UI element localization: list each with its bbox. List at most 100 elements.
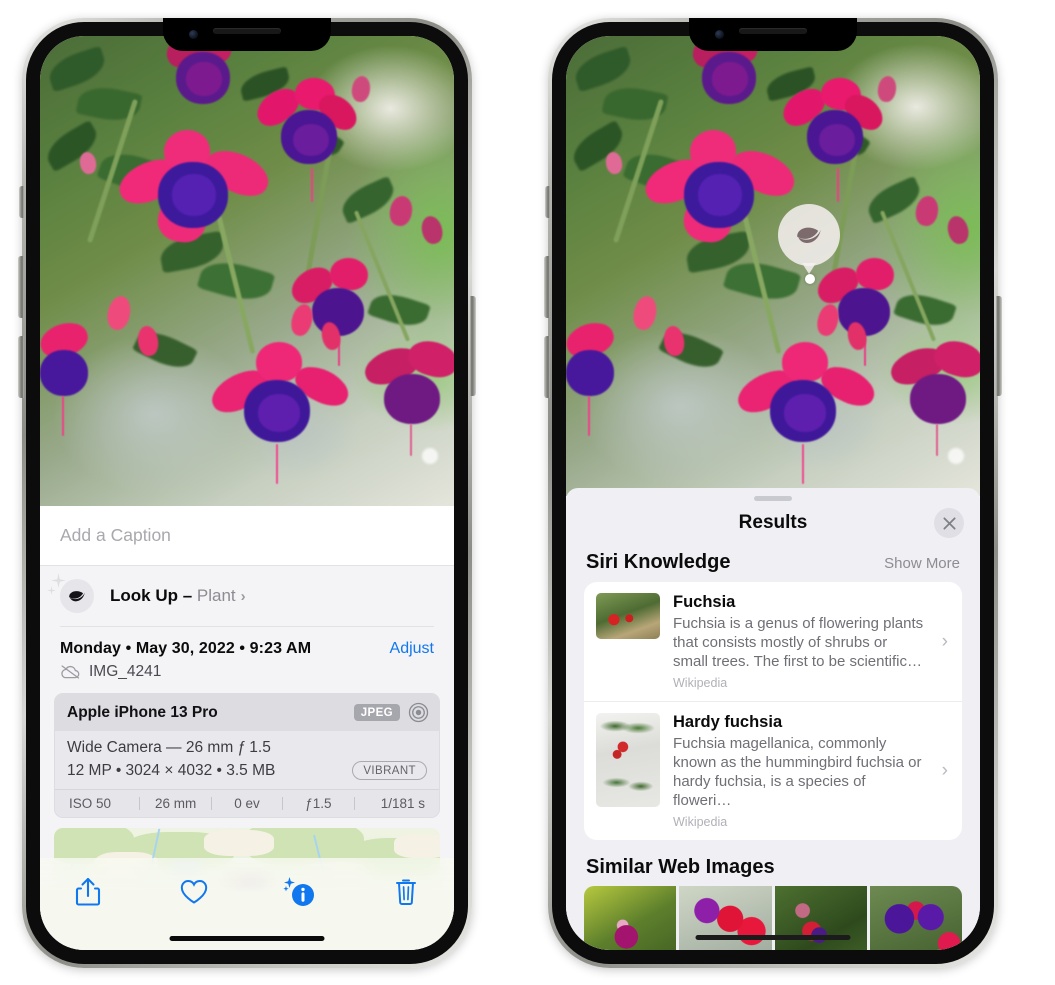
lens-line: Wide Camera — 26 mm ƒ 1.5 [67,739,271,756]
adjust-button[interactable]: Adjust [390,640,434,658]
front-camera-icon [189,30,198,39]
info-sparkle-icon [283,877,314,906]
phone-right: Results Siri Knowledge Show More Fuchsia… [544,18,1002,968]
knowledge-card-source: Wikipedia [673,676,728,691]
similar-web-images-title: Similar Web Images [586,856,775,879]
photo-toolbar [40,858,454,950]
look-up-row[interactable]: Look Up – Plant › [40,566,454,626]
format-badge: JPEG [353,704,400,721]
share-icon [75,877,101,906]
look-up-prefix: Look Up – [110,586,197,605]
siri-knowledge-cards: Fuchsia Fuchsia is a genus of flowering … [584,582,962,841]
similar-image-thumbnail[interactable] [774,886,867,950]
home-indicator-right[interactable] [695,935,851,940]
chevron-right-icon[interactable]: › [942,760,948,782]
knowledge-card-thumbnail [596,713,660,808]
knowledge-card-body: Hardy fuchsia Fuchsia magellanica, commo… [673,713,950,829]
visual-lookup-anchor-dot [805,274,815,284]
chevron-right-icon[interactable]: › [241,588,246,605]
exif-aperture: ƒ1.5 [305,796,332,811]
exif-row: ISO 50 26 mm 0 ev ƒ1.5 1/181 s [55,789,439,817]
photo-viewer-left[interactable] [40,36,454,506]
knowledge-card-title: Hardy fuchsia [673,713,783,732]
favorite-button[interactable] [174,872,214,912]
delete-button[interactable] [386,872,426,912]
volume-up-button-right[interactable] [544,256,550,318]
notch-right [689,18,857,51]
leaf-icon [797,227,821,243]
heart-icon [180,879,208,904]
file-name: IMG_4241 [89,663,162,680]
mute-switch-left[interactable] [19,186,24,218]
close-button[interactable] [934,508,964,538]
results-header: Results [566,501,980,545]
similar-image-thumbnail[interactable] [679,886,772,950]
earpiece-speaker [739,28,807,34]
similar-image-thumbnail[interactable] [584,886,677,950]
aperture-icon [408,702,429,723]
knowledge-card[interactable]: Fuchsia Fuchsia is a genus of flowering … [584,582,962,701]
knowledge-card[interactable]: Hardy fuchsia Fuchsia magellanica, commo… [584,701,962,840]
volume-down-button-right[interactable] [544,336,550,398]
badge-tail [802,263,816,274]
metadata-header: Apple iPhone 13 Pro JPEG [55,694,439,731]
home-indicator-left[interactable] [169,936,325,941]
size-line: 12 MP • 3024 × 4032 • 3.5 MB [67,761,276,779]
icloud-slash-icon [61,665,80,679]
camera-metadata-card[interactable]: Apple iPhone 13 Pro JPEG Wide Camera — 2… [54,693,440,818]
trash-icon [396,879,416,906]
earpiece-speaker [213,28,281,34]
knowledge-card-source: Wikipedia [673,815,728,830]
sparkle-icon-small [47,586,56,595]
date-block: Monday • May 30, 2022 • 9:23 AM Adjust I… [40,627,454,681]
date-line: Monday • May 30, 2022 • 9:23 AM Adjust [60,640,434,658]
device-name: Apple iPhone 13 Pro [67,703,218,721]
look-up-subject: Plant [196,586,236,605]
look-up-icon-wrap [47,573,94,613]
size-line-row: 12 MP • 3024 × 4032 • 3.5 MB VIBRANT [67,761,427,780]
knowledge-card-description: Fuchsia magellanica, commonly known as t… [673,735,922,810]
mute-switch-right[interactable] [545,186,550,218]
photo-viewer-right[interactable] [566,36,980,496]
similar-image-thumbnail[interactable] [869,886,962,950]
close-icon [942,516,956,530]
share-button[interactable] [68,872,108,912]
metadata-body: Wide Camera — 26 mm ƒ 1.5 12 MP • 3024 ×… [55,731,439,789]
siri-knowledge-header: Siri Knowledge Show More [566,545,980,582]
info-button[interactable] [280,872,320,912]
results-panel: Results Siri Knowledge Show More Fuchsia… [566,488,980,950]
similar-web-images-row [584,886,962,950]
chevron-right-icon[interactable]: › [942,631,948,653]
toolbar-icons [40,858,454,912]
siri-knowledge-title: Siri Knowledge [586,551,731,573]
screen-right: Results Siri Knowledge Show More Fuchsia… [566,36,980,950]
knowledge-card-description: Fuchsia is a genus of flowering plants t… [673,615,924,671]
exif-ev: 0 ev [234,796,260,811]
caption-input[interactable]: Add a Caption [60,525,171,546]
results-title: Results [738,512,808,533]
visual-lookup-badge[interactable] [778,204,840,274]
photo-date: Monday • May 30, 2022 • 9:23 AM [60,640,312,657]
knowledge-card-body: Fuchsia Fuchsia is a genus of flowering … [673,593,950,690]
photo-info-sheet: Add a Caption Look Up – Plant › Monday •… [40,506,454,950]
screen-left: Add a Caption Look Up – Plant › Monday •… [40,36,454,950]
style-badge: VIBRANT [352,761,427,780]
phone-left: Add a Caption Look Up – Plant › Monday •… [18,18,476,968]
similar-web-images-header: Similar Web Images [566,840,980,886]
file-line: IMG_4241 [60,663,434,681]
notch-left [163,18,331,51]
metadata-badges: JPEG [353,702,429,723]
caption-input-row[interactable]: Add a Caption [40,506,454,566]
leaf-icon [69,591,85,602]
volume-up-button-left[interactable] [18,256,24,318]
show-more-button[interactable]: Show More [884,555,960,572]
power-button-right[interactable] [996,296,1002,396]
look-up-label: Look Up – Plant › [110,586,246,606]
look-up-icon-circle [60,579,94,613]
volume-down-button-left[interactable] [18,336,24,398]
exif-iso: ISO 50 [69,796,112,811]
knowledge-card-title: Fuchsia [673,593,736,611]
power-button-left[interactable] [470,296,476,396]
knowledge-card-thumbnail [596,593,660,639]
exif-focal: 26 mm [154,796,197,811]
